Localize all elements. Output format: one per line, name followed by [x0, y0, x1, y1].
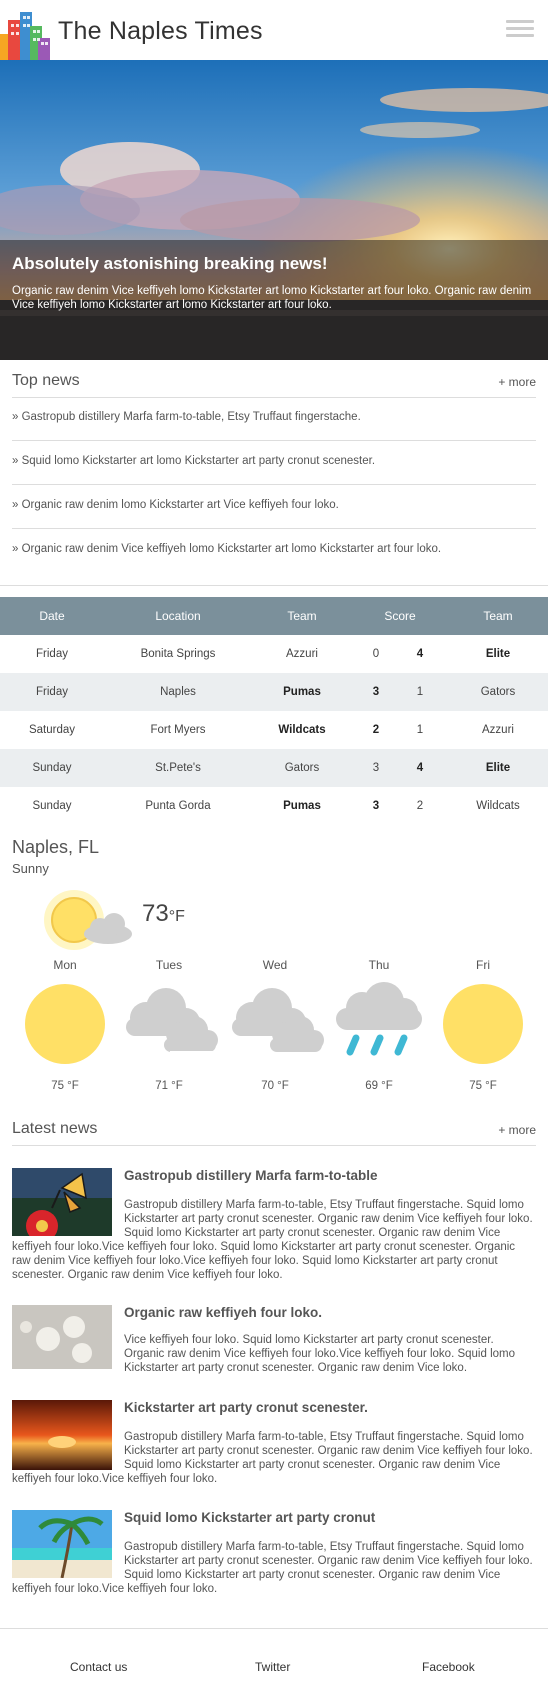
palm-tree-beach-thumbnail[interactable]	[12, 1510, 112, 1578]
latest-news-header: Latest news + more	[12, 1120, 536, 1146]
footer-divider	[0, 1628, 548, 1629]
forecast-temperature: 69 °F	[365, 1080, 393, 1092]
cell-team-away: Elite	[485, 762, 511, 774]
article-title[interactable]: Gastropub distillery Marfa farm-to-table	[124, 1168, 378, 1183]
table-row: Friday Naples Pumas 3 1 Gators	[0, 673, 548, 711]
cell-date: Sunday	[32, 762, 72, 774]
cloud-icon	[126, 988, 218, 1053]
top-news-more-link[interactable]: + more	[498, 375, 536, 389]
table-header-row: Date Location Team Score Team	[0, 597, 548, 635]
article-title[interactable]: Organic raw keffiyeh four loko.	[124, 1305, 322, 1320]
forecast-day: Tues	[155, 958, 183, 972]
news-article: Gastropub distillery Marfa farm-to-table…	[12, 1168, 536, 1282]
cell-location: Naples	[160, 686, 196, 698]
cell-score-away: 2	[416, 800, 424, 812]
top-news-item[interactable]: » Squid lomo Kickstarter art lomo Kickst…	[12, 441, 536, 485]
site-title[interactable]: The Naples Times	[58, 17, 263, 46]
table-row: Sunday St.Pete's Gators 3 4 Elite	[0, 749, 548, 787]
cell-team-home: Gators	[284, 762, 320, 774]
article-title[interactable]: Squid lomo Kickstarter art party cronut	[124, 1510, 375, 1525]
cell-team-away: Gators	[480, 686, 516, 698]
latest-news-more-link[interactable]: + more	[498, 1123, 536, 1137]
cell-date: Saturday	[28, 724, 76, 736]
cell-location: St.Pete's	[155, 762, 201, 774]
cell-score-home: 3	[372, 800, 380, 812]
cell-date: Friday	[36, 686, 68, 698]
forecast-day: Mon	[53, 958, 77, 972]
cell-score-away: 1	[416, 724, 424, 736]
column-header-date: Date	[39, 609, 65, 623]
cell-score-home: 3	[372, 762, 380, 774]
top-news-item[interactable]: » Organic raw denim Vice keffiyeh lomo K…	[12, 529, 536, 573]
table-row: Saturday Fort Myers Wildcats 2 1 Azzuri	[0, 711, 548, 749]
hero-banner[interactable]: Absolutely astonishing breaking news! Or…	[0, 60, 548, 360]
forecast-temperature: 75 °F	[469, 1080, 497, 1092]
footer-link-twitter[interactable]: Twitter	[255, 1660, 290, 1674]
table-row: Friday Bonita Springs Azzuri 0 4 Elite	[0, 635, 548, 673]
cell-score-away: 4	[416, 648, 424, 660]
current-temperature-unit: °F	[168, 908, 185, 925]
cell-team-home: Pumas	[283, 800, 321, 812]
cell-location: Fort Myers	[150, 724, 206, 736]
weather-city: Naples, FL	[12, 837, 100, 857]
cloud-icon	[232, 988, 324, 1052]
cell-team-away: Wildcats	[476, 800, 520, 812]
top-news-title: Top news	[12, 372, 80, 389]
sun-icon	[25, 984, 105, 1064]
cell-score-home: 3	[372, 686, 380, 698]
forecast-temperature: 75 °F	[51, 1080, 79, 1092]
cell-team-home: Pumas	[283, 686, 321, 698]
news-article: Kickstarter art party cronut scenester. …	[12, 1400, 536, 1486]
cell-score-away: 4	[416, 762, 424, 774]
cell-score-home: 0	[372, 648, 380, 660]
sand-dollars-on-sand-thumbnail[interactable]	[12, 1305, 112, 1369]
hamburger-menu-icon[interactable]	[506, 20, 534, 38]
cell-team-home: Azzuri	[286, 648, 318, 660]
scores-table: Date Location Team Score Team Friday Bon…	[0, 597, 548, 825]
column-header-team: Team	[287, 609, 317, 623]
hero-summary: Organic raw denim Vice keffiyeh lomo Kic…	[12, 285, 532, 311]
city-buildings-icon[interactable]	[0, 12, 50, 60]
cell-score-home: 2	[372, 724, 380, 736]
section-divider	[0, 585, 548, 586]
forecast-day: Thu	[368, 958, 390, 972]
hero-headline[interactable]: Absolutely astonishing breaking news!	[12, 254, 536, 274]
rain-cloud-icon	[336, 982, 422, 1056]
forecast-temperature: 71 °F	[155, 1080, 183, 1092]
weather-condition: Sunny	[12, 861, 49, 876]
cell-date: Friday	[36, 648, 68, 660]
forecast-temperature: 70 °F	[261, 1080, 289, 1092]
cell-location: Punta Gorda	[145, 800, 211, 812]
hero-caption: Absolutely astonishing breaking news! Or…	[0, 240, 548, 360]
current-temperature-value: 73	[142, 900, 169, 927]
cell-team-away: Elite	[485, 648, 511, 660]
top-news-header: Top news + more	[12, 372, 536, 398]
table-row: Sunday Punta Gorda Pumas 3 2 Wildcats	[0, 787, 548, 825]
current-temperature: 73°F	[142, 900, 185, 928]
article-title[interactable]: Kickstarter art party cronut scenester.	[124, 1400, 368, 1415]
article-text: Vice keffiyeh four loko. Squid lomo Kick…	[124, 1334, 515, 1374]
cell-team-away: Azzuri	[482, 724, 514, 736]
cell-score-away: 1	[416, 686, 424, 698]
column-header-score: Score	[384, 609, 416, 623]
footer-link-contact[interactable]: Contact us	[70, 1660, 127, 1674]
cell-date: Sunday	[32, 800, 72, 812]
footer-link-facebook[interactable]: Facebook	[422, 1660, 475, 1674]
forecast-day: Fri	[476, 958, 490, 972]
column-header-location: Location	[155, 609, 201, 623]
latest-news-title: Latest news	[12, 1120, 98, 1137]
sun-icon	[443, 984, 523, 1064]
column-header-team: Team	[483, 609, 513, 623]
cell-team-home: Wildcats	[278, 724, 326, 736]
top-news-item[interactable]: » Gastropub distillery Marfa farm-to-tab…	[12, 397, 536, 441]
header-bar: The Naples Times	[0, 0, 548, 60]
cell-location: Bonita Springs	[140, 648, 216, 660]
news-article: Squid lomo Kickstarter art party cronut …	[12, 1510, 536, 1596]
top-news-item[interactable]: » Organic raw denim lomo Kickstarter art…	[12, 485, 536, 529]
forecast-day: Wed	[262, 958, 288, 972]
butterfly-on-red-flower-thumbnail[interactable]	[12, 1168, 112, 1236]
sun-behind-cloud-icon	[44, 890, 132, 950]
sunset-over-sea-thumbnail[interactable]	[12, 1400, 112, 1470]
